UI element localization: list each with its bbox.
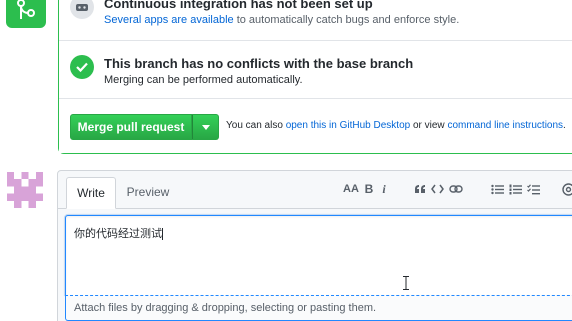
hint-suffix: . — [563, 120, 566, 131]
merge-status-box: Continuous integration has not been set … — [58, 0, 572, 154]
link-icon[interactable] — [448, 180, 464, 198]
merge-pull-request-button[interactable]: Merge pull request — [70, 114, 192, 140]
hint-middle: or view — [410, 120, 448, 131]
tab-preview[interactable]: Preview — [120, 177, 176, 207]
avatar[interactable] — [7, 172, 43, 208]
mention-icon[interactable] — [561, 180, 572, 198]
ci-status-description-text: to automatically catch bugs and enforce … — [233, 14, 460, 26]
tab-divider — [58, 208, 572, 209]
check-icon — [70, 55, 94, 79]
ci-status-description: Several apps are available to automatica… — [104, 14, 459, 26]
no-conflicts-title: This branch has no conflicts with the ba… — [104, 56, 414, 71]
merge-action-row: Merge pull request You can also open thi… — [59, 99, 572, 153]
ordered-list-icon[interactable] — [508, 180, 522, 198]
code-icon[interactable] — [430, 180, 444, 198]
text-size-icon[interactable]: AA — [343, 180, 359, 198]
ibeam-cursor-icon — [403, 276, 409, 290]
task-list-icon[interactable] — [526, 180, 540, 198]
quote-icon[interactable] — [413, 180, 427, 198]
attach-files-hint[interactable]: Attach files by dragging & dropping, sel… — [65, 295, 572, 321]
ci-status-row: Continuous integration has not been set … — [59, 0, 572, 41]
identicon-icon — [7, 172, 43, 208]
triangle-down-icon — [201, 124, 210, 130]
no-conflicts-row: This branch has no conflicts with the ba… — [59, 41, 572, 99]
italic-icon[interactable]: i — [379, 180, 389, 198]
comment-form: Write Preview AA B i 你的代码经过测试 Attach fil… — [57, 170, 572, 321]
merge-options-dropdown[interactable] — [192, 114, 219, 140]
no-conflicts-description: Merging can be performed automatically. — [104, 74, 303, 86]
ci-status-title: Continuous integration has not been set … — [104, 0, 373, 11]
hint-prefix: You can also — [226, 120, 286, 131]
bold-icon[interactable]: B — [363, 180, 375, 198]
alert-icon — [70, 0, 94, 19]
apps-available-link[interactable]: Several apps are available — [104, 14, 234, 26]
tab-write[interactable]: Write — [66, 177, 116, 209]
git-merge-badge — [6, 0, 46, 28]
open-github-desktop-link[interactable]: open this in GitHub Desktop — [286, 120, 411, 131]
comment-text: 你的代码经过测试 — [74, 228, 163, 240]
merge-alternatives-hint: You can also open this in GitHub Desktop… — [226, 120, 566, 131]
command-line-instructions-link[interactable]: command line instructions — [447, 120, 563, 131]
unordered-list-icon[interactable] — [490, 180, 504, 198]
comment-textarea[interactable]: 你的代码经过测试 — [65, 215, 572, 295]
git-merge-icon — [17, 0, 35, 19]
